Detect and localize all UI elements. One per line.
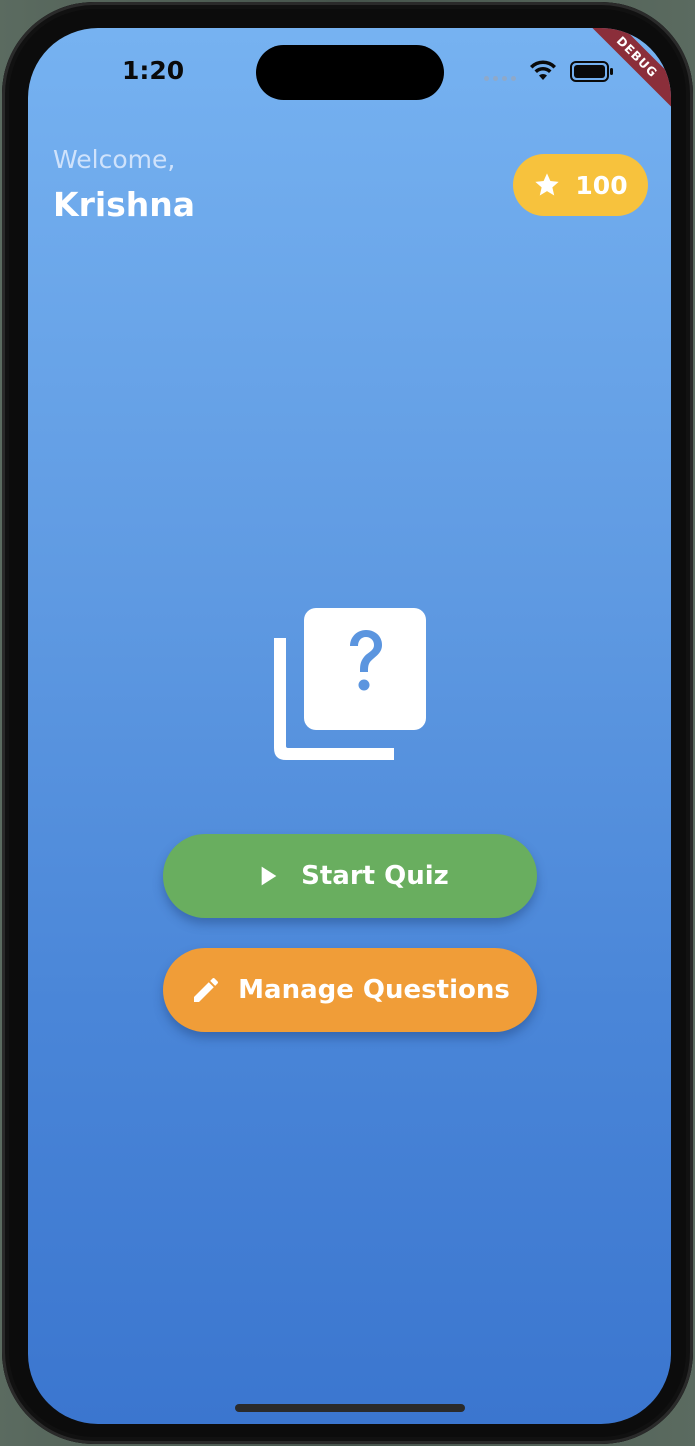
points-value: 100 — [575, 170, 628, 200]
start-quiz-button[interactable]: Start Quiz — [163, 834, 537, 918]
app-screen: 1:20 DEBUG Welcome, Krishna 100 Start Qu… — [28, 28, 671, 1424]
status-time: 1:20 — [122, 56, 185, 85]
play-icon — [261, 866, 277, 886]
star-icon — [535, 173, 560, 196]
start-quiz-label: Start Quiz — [301, 861, 449, 891]
dynamic-island — [256, 45, 444, 100]
welcome-label: Welcome, — [53, 145, 176, 174]
manage-questions-label: Manage Questions — [238, 975, 510, 1005]
home-indicator[interactable] — [235, 1404, 465, 1412]
username-label: Krishna — [53, 185, 196, 224]
wifi-icon — [530, 60, 556, 80]
manage-questions-button[interactable]: Manage Questions — [163, 948, 537, 1032]
phone-frame: 1:20 DEBUG Welcome, Krishna 100 Start Qu… — [2, 2, 693, 1444]
edit-icon — [194, 977, 219, 1002]
points-badge: 100 — [513, 154, 648, 216]
cellular-signal-icon — [484, 76, 516, 81]
quiz-logo-icon — [274, 608, 426, 760]
battery-icon — [570, 61, 613, 82]
